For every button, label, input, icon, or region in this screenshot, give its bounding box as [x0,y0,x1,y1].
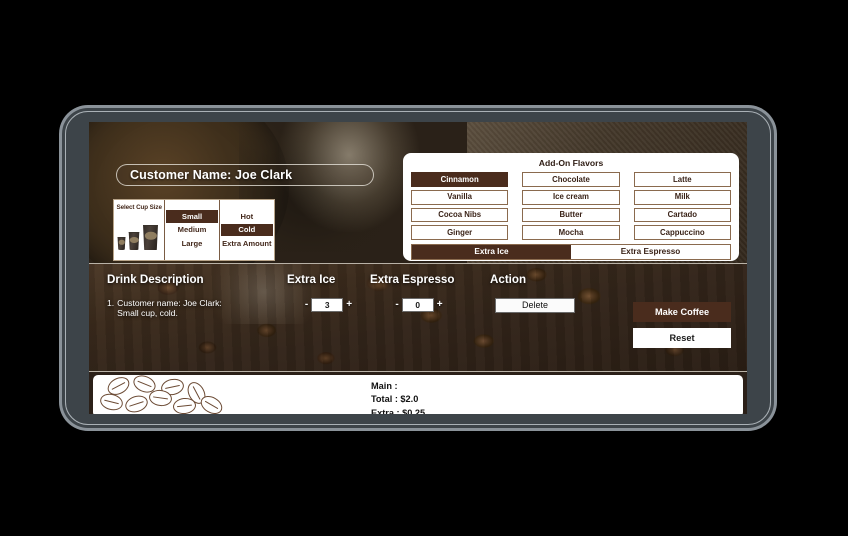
cup-size-options: Small Medium Large [165,200,220,260]
temperature-option-cold[interactable]: Cold [220,223,273,237]
add-on-flavors-panel: Add-On Flavors Cinnamon Chocolate Latte … [403,153,739,261]
order-list-section: Drink Description Extra Ice Extra Espres… [89,263,747,372]
main-action-buttons: Make Coffee Reset [633,302,731,348]
column-header-extra-ice: Extra Ice [287,273,336,286]
extra-ice-value[interactable]: 3 [311,298,344,312]
hero-section: Customer Name: Joe Clark Select Cup Size… [89,122,747,263]
medium-cup-icon [128,232,140,250]
temperature-options: Hot Cold Extra Amount [220,200,274,260]
temperature-option-hot[interactable]: Hot [221,210,273,223]
order-row-description-line1: Customer name: Joe Clark: [117,298,222,308]
flavor-button-chocolate[interactable]: Chocolate [522,172,620,187]
order-summary-panel: Main : Total : $2.0 Extra : $0.25 [93,375,743,414]
order-row-extra-ice-cell: - 3 + [287,298,370,312]
flavor-button-ice-cream[interactable]: Ice cream [522,189,620,205]
cup-size-option-large[interactable]: Large [166,237,217,250]
flavor-button-vanilla[interactable]: Vanilla [411,189,509,205]
order-row-action-cell: Delete [490,298,580,313]
column-header-drink-description: Drink Description [107,273,204,286]
column-header-action: Action [490,273,527,286]
flavors-grid: Cinnamon Chocolate Latte Vanilla Ice cre… [411,172,731,241]
order-row-description-text: Customer name: Joe Clark: Small cup, col… [117,298,287,319]
customer-name-field[interactable]: Customer Name: Joe Clark [116,164,374,186]
extra-option-extra-espresso[interactable]: Extra Espresso [571,245,730,260]
extra-espresso-stepper: - 0 + [395,298,443,312]
large-cup-icon [143,225,158,250]
order-table-header: Drink Description Extra Ice Extra Espres… [89,264,747,286]
flavor-button-cappuccino[interactable]: Cappuccino [633,225,731,241]
select-cup-size-label: Select Cup Size [116,204,162,211]
small-cup-icon [117,237,126,250]
extra-ice-increment-button[interactable]: + [346,300,352,310]
coffee-beans-decoration-icon [98,375,239,414]
flavor-button-ginger[interactable]: Ginger [411,225,509,241]
flavor-button-cinnamon[interactable]: Cinnamon [411,172,509,187]
summary-text-block: Main : Total : $2.0 Extra : $0.25 [371,380,425,414]
extra-ice-decrement-button[interactable]: - [305,300,308,310]
order-row-index: 1. [107,298,115,308]
cup-and-temperature-selector: Select Cup Size Small Medium Large Hot C… [113,199,275,261]
reset-button[interactable]: Reset [633,328,731,348]
extra-ice-stepper: - 3 + [305,298,352,312]
flavor-button-mocha[interactable]: Mocha [522,225,620,241]
cup-size-option-small[interactable]: Small [166,210,218,223]
add-on-flavors-title: Add-On Flavors [538,158,604,168]
order-row-extra-espresso-cell: - 0 + [370,298,490,312]
flavor-button-cartado[interactable]: Cartado [633,207,731,223]
cup-size-image-column: Select Cup Size [114,200,166,260]
extra-espresso-increment-button[interactable]: + [437,300,443,310]
order-row-description-line2: Small cup, cold. [117,308,178,319]
temperature-option-extra-amount[interactable]: Extra Amount [221,237,273,250]
order-row-description: 1. Customer name: Joe Clark: Small cup, … [89,298,287,319]
flavor-button-cocoa-nibs[interactable]: Cocoa Nibs [411,207,509,223]
customer-name-text: Customer Name: Joe Clark [130,168,293,182]
summary-total: Total : $2.0 [371,394,419,405]
make-coffee-button[interactable]: Make Coffee [633,302,731,322]
summary-extra: Extra : $0.25 [371,407,426,414]
column-header-extra-espresso: Extra Espresso [370,273,455,286]
flavor-button-milk[interactable]: Milk [633,189,731,205]
extra-options-row: Extra Ice Extra Espresso [411,244,731,261]
delete-button[interactable]: Delete [495,298,575,313]
extra-espresso-decrement-button[interactable]: - [395,300,398,310]
app-screen: Customer Name: Joe Clark Select Cup Size… [89,122,747,414]
flavor-button-latte[interactable]: Latte [633,172,731,187]
cup-size-option-medium[interactable]: Medium [166,224,217,237]
three-coffee-cups-image [114,214,164,252]
summary-main: Main : [371,381,398,391]
extra-option-extra-ice[interactable]: Extra Ice [412,245,571,260]
tablet-device-frame: Customer Name: Joe Clark Select Cup Size… [62,108,774,428]
flavor-button-butter[interactable]: Butter [522,207,620,223]
extra-espresso-value[interactable]: 0 [401,298,434,312]
